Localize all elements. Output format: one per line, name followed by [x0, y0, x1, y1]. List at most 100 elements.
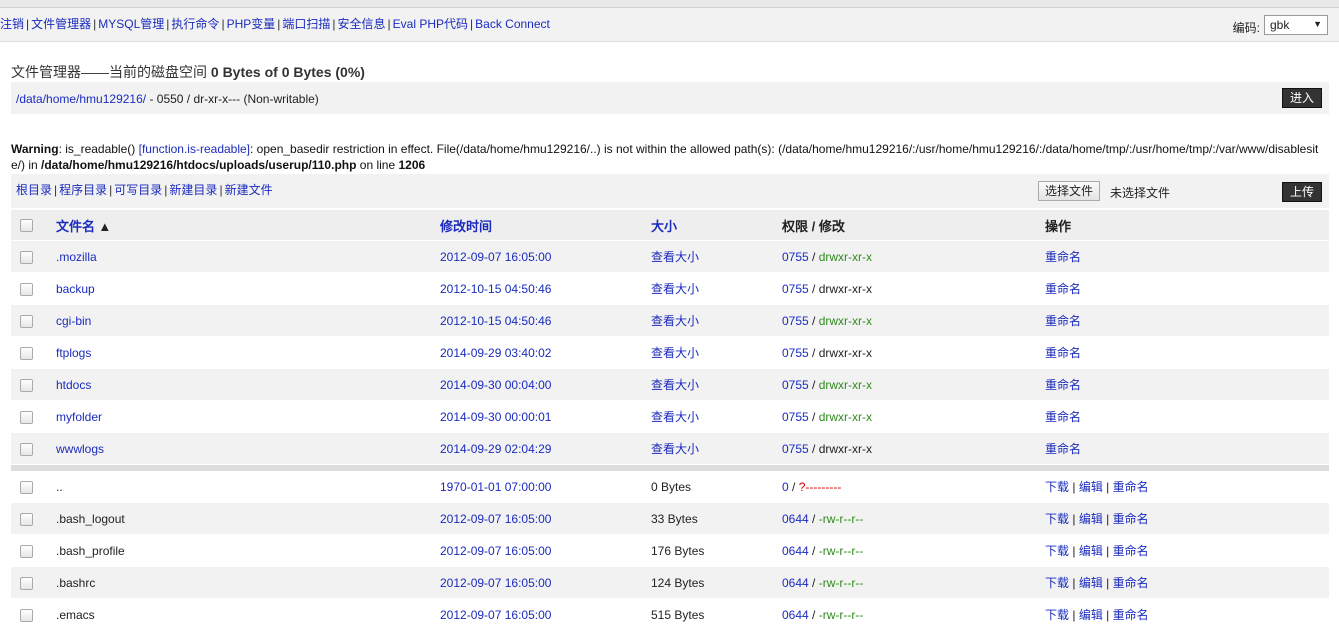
rename-link[interactable]: 重命名	[1113, 512, 1149, 526]
path-bar: /data/home/hmu129216/ - 0550 / dr-xr-x--…	[11, 82, 1329, 114]
view-size-link[interactable]: 查看大小	[651, 378, 699, 392]
view-size-link[interactable]: 查看大小	[651, 250, 699, 264]
chmod-link[interactable]: 0755	[782, 250, 809, 264]
rename-link[interactable]: 重命名	[1045, 378, 1081, 392]
chmod-link[interactable]: 0644	[782, 608, 809, 622]
row-checkbox[interactable]	[20, 576, 33, 590]
row-checkbox[interactable]	[20, 480, 33, 494]
mtime-link[interactable]: 2012-09-07 16:05:00	[440, 576, 551, 590]
warning-file: /data/home/hmu129216/htdocs/uploads/user…	[41, 158, 357, 172]
mtime-link[interactable]: 2012-10-15 04:50:46	[440, 282, 551, 296]
mtime-link[interactable]: 2012-09-07 16:05:00	[440, 512, 551, 526]
mtime-link[interactable]: 2014-09-29 02:04:29	[440, 442, 551, 456]
nav-back-connect[interactable]: Back Connect	[475, 17, 550, 31]
current-path-link[interactable]: /data/home/hmu129216/	[16, 92, 146, 106]
dir-name-link[interactable]: htdocs	[56, 378, 91, 392]
nav-mysql[interactable]: MYSQL管理	[98, 17, 164, 31]
page-title: 文件管理器——当前的磁盘空间 0 Bytes of 0 Bytes (0%)	[11, 62, 365, 82]
view-size-link[interactable]: 查看大小	[651, 346, 699, 360]
rename-link[interactable]: 重命名	[1045, 442, 1081, 456]
chmod-link[interactable]: 0	[782, 480, 789, 494]
choose-file-button[interactable]: 选择文件	[1038, 181, 1101, 201]
row-checkbox[interactable]	[20, 544, 33, 558]
table-row: .bashrc 2012-09-07 16:05:00 124 Bytes 0644 …	[11, 566, 1329, 599]
mtime-link[interactable]: 2012-09-07 16:05:00	[440, 608, 551, 622]
row-checkbox[interactable]	[20, 442, 33, 456]
dir-name-link[interactable]: backup	[56, 282, 95, 296]
nav-eval-php[interactable]: Eval PHP代码	[393, 17, 468, 31]
rename-link[interactable]: 重命名	[1113, 480, 1149, 494]
chmod-link[interactable]: 0755	[782, 314, 809, 328]
download-link[interactable]: 下载	[1045, 576, 1069, 590]
view-size-link[interactable]: 查看大小	[651, 410, 699, 424]
download-link[interactable]: 下载	[1045, 512, 1069, 526]
nav-php-vars[interactable]: PHP变量	[227, 17, 276, 31]
perm-string: drwxr-xr-x	[818, 281, 873, 296]
rename-link[interactable]: 重命名	[1113, 544, 1149, 558]
edit-link[interactable]: 编辑	[1079, 576, 1103, 590]
col-mtime-header[interactable]: 修改时间	[440, 219, 492, 234]
top-bar: 注销 | 文件管理器 | MYSQL管理 | 执行命令 | PHP变量 | 端口扫描 | 安全信息 | Ev…	[0, 0, 1339, 42]
nav-exec-command[interactable]: 执行命令	[171, 17, 219, 31]
view-size-link[interactable]: 查看大小	[651, 314, 699, 328]
chmod-link[interactable]: 0755	[782, 282, 809, 296]
mtime-link[interactable]: 2012-10-15 04:50:46	[440, 314, 551, 328]
chmod-link[interactable]: 0644	[782, 512, 809, 526]
rename-link[interactable]: 重命名	[1045, 250, 1081, 264]
dir-name-link[interactable]: cgi-bin	[56, 314, 91, 328]
chmod-link[interactable]: 0644	[782, 576, 809, 590]
edit-link[interactable]: 编辑	[1079, 544, 1103, 558]
mtime-link[interactable]: 2012-09-07 16:05:00	[440, 250, 551, 264]
go-button[interactable]: 进入	[1281, 88, 1322, 108]
nav-logout[interactable]: 注销	[0, 17, 24, 31]
mtime-link[interactable]: 2014-09-30 00:00:01	[440, 410, 551, 424]
chmod-link[interactable]: 0755	[782, 378, 809, 392]
nav-port-scan[interactable]: 端口扫描	[282, 17, 330, 31]
new-dir-link[interactable]: 新建目录	[169, 183, 217, 197]
row-checkbox[interactable]	[20, 314, 33, 328]
mtime-link[interactable]: 2014-09-29 03:40:02	[440, 346, 551, 360]
rename-link[interactable]: 重命名	[1113, 576, 1149, 590]
chmod-link[interactable]: 0755	[782, 346, 809, 360]
chmod-link[interactable]: 0644	[782, 544, 809, 558]
mtime-link[interactable]: 2012-09-07 16:05:00	[440, 544, 551, 558]
download-link[interactable]: 下载	[1045, 480, 1069, 494]
row-checkbox[interactable]	[20, 282, 33, 296]
file-size: 33 Bytes	[651, 511, 698, 526]
dir-name-link[interactable]: myfolder	[56, 410, 102, 424]
encoding-select[interactable]: gbk ▼	[1264, 15, 1328, 35]
col-name-header[interactable]: 文件名	[56, 219, 95, 234]
nav-security-info[interactable]: 安全信息	[338, 17, 386, 31]
edit-link[interactable]: 编辑	[1079, 512, 1103, 526]
rename-link[interactable]: 重命名	[1045, 410, 1081, 424]
chmod-link[interactable]: 0755	[782, 442, 809, 456]
view-size-link[interactable]: 查看大小	[651, 282, 699, 296]
select-all-checkbox[interactable]	[20, 219, 33, 233]
view-size-link[interactable]: 查看大小	[651, 442, 699, 456]
row-checkbox[interactable]	[20, 346, 33, 360]
download-link[interactable]: 下载	[1045, 544, 1069, 558]
dir-name-link[interactable]: ftplogs	[56, 346, 91, 360]
dir-name-link[interactable]: .mozilla	[56, 250, 97, 264]
rename-link[interactable]: 重命名	[1045, 346, 1081, 360]
mtime-link[interactable]: 1970-01-01 07:00:00	[440, 480, 551, 494]
program-dir-link[interactable]: 程序目录	[59, 183, 107, 197]
col-size-header[interactable]: 大小	[651, 219, 677, 234]
row-checkbox[interactable]	[20, 410, 33, 424]
row-checkbox[interactable]	[20, 250, 33, 264]
encoding-value: gbk	[1270, 18, 1290, 32]
root-dir-link[interactable]: 根目录	[16, 183, 52, 197]
dir-name-link[interactable]: wwwlogs	[56, 442, 104, 456]
writable-dir-link[interactable]: 可写目录	[114, 183, 162, 197]
row-checkbox[interactable]	[20, 378, 33, 392]
row-checkbox[interactable]	[20, 512, 33, 526]
mtime-link[interactable]: 2014-09-30 00:04:00	[440, 378, 551, 392]
chmod-link[interactable]: 0755	[782, 410, 809, 424]
rename-link[interactable]: 重命名	[1045, 314, 1081, 328]
nav-file-manager[interactable]: 文件管理器	[31, 17, 91, 31]
upload-button[interactable]: 上传	[1281, 182, 1322, 202]
new-file-link[interactable]: 新建文件	[225, 183, 273, 197]
edit-link[interactable]: 编辑	[1079, 480, 1103, 494]
function-link[interactable]: [function.is-readable]	[139, 142, 250, 156]
rename-link[interactable]: 重命名	[1045, 282, 1081, 296]
